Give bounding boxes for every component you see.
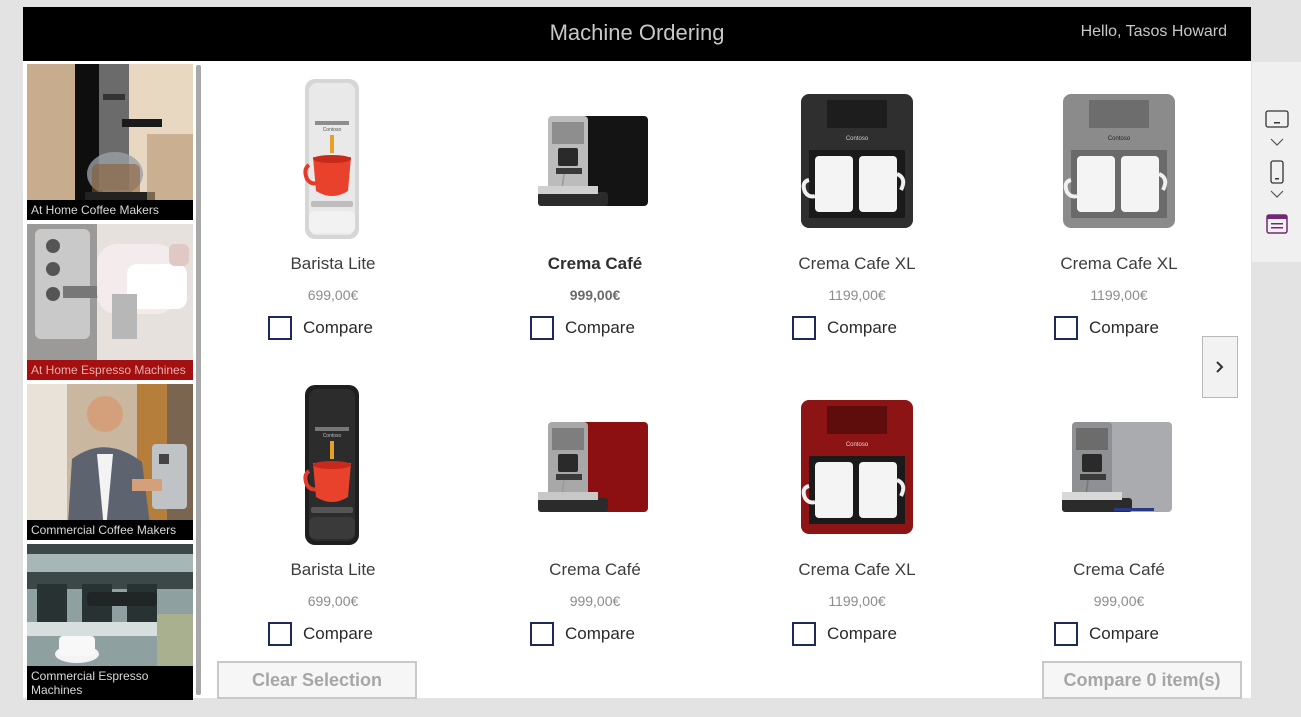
- product-name: Crema Café: [549, 560, 641, 579]
- compare-label: Compare: [1089, 318, 1159, 337]
- checkbox-box[interactable]: [268, 316, 292, 340]
- product-name: Barista Lite: [290, 254, 376, 273]
- pod-machine-black-image: Contoso: [303, 385, 359, 545]
- product-name: Crema Cafe XL: [798, 254, 916, 273]
- app-canvas: Machine Ordering Hello, Tasos Howard At …: [23, 7, 1251, 700]
- category-at-home-espresso-machines[interactable]: At Home Espresso Machines: [27, 224, 193, 380]
- checkbox-box[interactable]: [792, 622, 816, 646]
- product-card[interactable]: Contoso Crema Cafe XL 1199,00€ Compare: [999, 79, 1239, 349]
- product-name: Crema Cafe XL: [798, 560, 916, 579]
- category-sidebar: At Home Coffee Makers At Home Espresso M…: [23, 61, 203, 700]
- product-price: 1199,00€: [828, 287, 886, 303]
- compare-checkbox[interactable]: Compare: [792, 622, 897, 646]
- sidebar-scrollbar[interactable]: [196, 65, 201, 695]
- compare-checkbox[interactable]: Compare: [530, 622, 635, 646]
- product-price: 999,00€: [1093, 593, 1145, 609]
- svg-text:Contoso: Contoso: [846, 136, 869, 142]
- product-card[interactable]: Contoso Barista Lite 699,00€ Compare: [213, 79, 453, 349]
- compare-checkbox[interactable]: Compare: [1054, 622, 1159, 646]
- layout-rail: [1252, 62, 1301, 262]
- espresso-machine-silver-image: [1062, 422, 1172, 512]
- product-price: 699,00€: [307, 593, 359, 609]
- svg-text:Contoso: Contoso: [323, 127, 342, 133]
- compare-label: Compare: [827, 318, 897, 337]
- page-title: Machine Ordering: [549, 20, 725, 45]
- clear-selection-button[interactable]: Clear Selection: [217, 661, 417, 699]
- product-card[interactable]: Crema Café 999,00€ Compare: [475, 385, 715, 655]
- compare-checkbox[interactable]: Compare: [792, 316, 897, 340]
- header-bar: Machine Ordering Hello, Tasos Howard: [23, 7, 1251, 61]
- form-layout-icon[interactable]: [1252, 214, 1301, 234]
- home-coffee-maker-photo: [27, 64, 193, 220]
- compare-items-button[interactable]: Compare 0 item(s): [1042, 661, 1242, 699]
- product-price: 999,00€: [569, 287, 621, 303]
- checkbox-box[interactable]: [530, 316, 554, 340]
- compare-checkbox[interactable]: Compare: [1054, 316, 1159, 340]
- svg-text:Contoso: Contoso: [846, 442, 869, 448]
- chevron-right-icon: [1216, 361, 1224, 373]
- checkbox-box[interactable]: [792, 316, 816, 340]
- product-price: 699,00€: [307, 287, 359, 303]
- product-card[interactable]: Contoso Barista Lite 699,00€ Compare: [213, 385, 453, 655]
- product-price: 999,00€: [569, 593, 621, 609]
- product-name: Crema Café: [1073, 560, 1165, 579]
- svg-text:Contoso: Contoso: [1108, 136, 1131, 142]
- chevron-down-icon[interactable]: [1252, 138, 1301, 146]
- product-card[interactable]: Crema Café 999,00€ Compare: [999, 385, 1239, 655]
- product-name: Barista Lite: [290, 560, 376, 579]
- checkbox-box[interactable]: [530, 622, 554, 646]
- next-page-button[interactable]: [1202, 336, 1238, 398]
- category-at-home-coffee-makers[interactable]: At Home Coffee Makers: [27, 64, 193, 220]
- category-commercial-coffee-makers[interactable]: Commercial Coffee Makers: [27, 384, 193, 540]
- commercial-coffee-maker-photo: [27, 384, 193, 540]
- category-label: Commercial Espresso Machines: [27, 666, 193, 700]
- product-name: Crema Café: [547, 254, 643, 273]
- home-espresso-machine-photo: [27, 224, 193, 380]
- product-card[interactable]: Contoso Crema Cafe XL 1199,00€ Compare: [737, 385, 977, 655]
- checkbox-box[interactable]: [1054, 316, 1078, 340]
- compare-label: Compare: [565, 318, 635, 337]
- compare-label: Compare: [827, 624, 897, 643]
- user-greeting: Hello, Tasos Howard: [1080, 23, 1227, 40]
- espresso-machine-black-image: [538, 116, 648, 206]
- category-commercial-espresso-machines[interactable]: Commercial Espresso Machines: [27, 544, 193, 700]
- dual-cup-machine-red-image: Contoso: [801, 400, 913, 534]
- category-label: Commercial Coffee Makers: [27, 520, 193, 540]
- pod-machine-silver-image: Contoso: [303, 79, 359, 239]
- dual-cup-machine-black-image: Contoso: [801, 94, 913, 228]
- compare-checkbox[interactable]: Compare: [530, 316, 635, 340]
- dual-cup-machine-grey-image: Contoso: [1063, 94, 1175, 228]
- espresso-machine-red-image: [538, 422, 648, 512]
- tablet-layout-icon[interactable]: [1252, 110, 1301, 128]
- compare-label: Compare: [1089, 624, 1159, 643]
- product-price: 1199,00€: [828, 593, 886, 609]
- phone-layout-icon[interactable]: [1252, 160, 1301, 184]
- checkbox-box[interactable]: [1054, 622, 1078, 646]
- product-card-selected[interactable]: Crema Café 999,00€ Compare: [475, 79, 715, 349]
- compare-checkbox[interactable]: Compare: [268, 316, 373, 340]
- category-label: At Home Coffee Makers: [27, 200, 193, 220]
- product-name: Crema Cafe XL: [1060, 254, 1178, 273]
- svg-text:Contoso: Contoso: [323, 433, 342, 439]
- compare-label: Compare: [565, 624, 635, 643]
- checkbox-box[interactable]: [268, 622, 292, 646]
- compare-label: Compare: [303, 624, 373, 643]
- compare-label: Compare: [303, 318, 373, 337]
- product-card[interactable]: Contoso Crema Cafe XL 1199,00€ Compare: [737, 79, 977, 349]
- category-label: At Home Espresso Machines: [27, 360, 193, 380]
- compare-checkbox[interactable]: Compare: [268, 622, 373, 646]
- product-price: 1199,00€: [1090, 287, 1148, 303]
- chevron-down-icon[interactable]: [1252, 190, 1301, 198]
